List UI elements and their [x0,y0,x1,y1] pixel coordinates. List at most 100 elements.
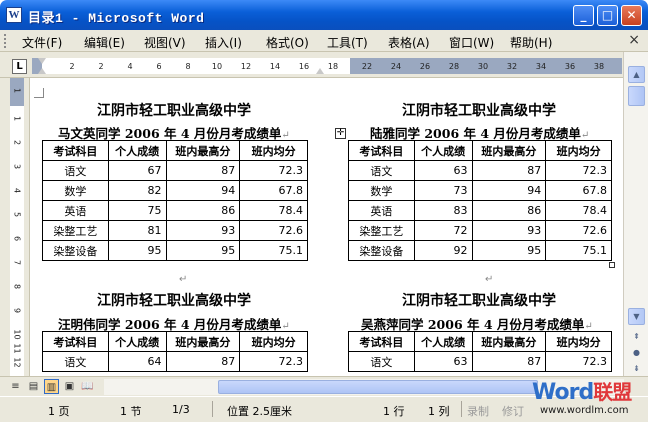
header-cell[interactable]: 班内最高分 [471,331,547,352]
header-cell[interactable]: 个人成绩 [413,140,473,161]
table-cell[interactable]: 染整工艺 [348,220,415,241]
table-cell[interactable]: 72.3 [239,160,308,181]
web-view-button[interactable]: ▤ [26,379,41,394]
outline-view-button[interactable]: ▣ [62,379,77,394]
header-cell[interactable]: 班内最高分 [165,140,241,161]
table-cell[interactable]: 87 [471,351,547,372]
menu-insert[interactable]: 插入(I) [205,34,242,51]
grades-table[interactable]: 考试科目 个人成绩 班内最高分 班内均分 语文 67 87 72.3 数学 82 94 67… [42,140,308,261]
menu-format[interactable]: 格式(O) [266,34,309,51]
table-cell[interactable]: 78.4 [545,200,612,221]
header-cell[interactable]: 班内均分 [239,331,308,352]
word-app-icon[interactable]: W [6,7,22,23]
table-cell[interactable]: 86 [471,200,547,221]
table-cell[interactable]: 83 [413,200,473,221]
table-cell[interactable]: 78.4 [239,200,308,221]
table-cell[interactable]: 语文 [42,160,109,181]
vertical-scroll-thumb[interactable] [628,86,645,106]
menu-help[interactable]: 帮助(H) [510,34,552,51]
table-cell[interactable]: 87 [471,160,547,181]
table-cell[interactable]: 73 [413,180,473,201]
table-cell[interactable]: 81 [107,220,167,241]
normal-view-button[interactable]: ≡ [8,379,23,394]
reading-view-button[interactable]: 📖 [80,379,95,394]
menu-file[interactable]: 文件(F) [22,34,62,51]
table-cell[interactable]: 染整工艺 [42,220,109,241]
table-cell[interactable]: 95 [471,240,547,261]
header-cell[interactable]: 考试科目 [348,331,415,352]
tab-selector[interactable]: L [12,59,27,74]
table-cell[interactable]: 67 [107,160,167,181]
hanging-indent-marker[interactable] [38,68,46,74]
table-cell[interactable]: 染整设备 [348,240,415,261]
table-cell[interactable]: 语文 [348,160,415,181]
next-page-button[interactable]: ⇟ [628,360,645,377]
header-cell[interactable]: 考试科目 [42,331,109,352]
header-cell[interactable]: 个人成绩 [413,331,473,352]
header-cell[interactable]: 考试科目 [42,140,109,161]
table-cell[interactable]: 93 [471,220,547,241]
table-cell[interactable]: 67.8 [239,180,308,201]
table-cell[interactable]: 72.6 [239,220,308,241]
table-cell[interactable]: 72.3 [545,351,612,372]
table-cell[interactable]: 67.8 [545,180,612,201]
table-cell[interactable]: 英语 [42,200,109,221]
table-cell[interactable]: 染整设备 [42,240,109,261]
right-indent-marker[interactable] [316,68,324,74]
minimize-button[interactable]: _ [573,5,594,26]
menu-table[interactable]: 表格(A) [388,34,430,51]
table-cell[interactable]: 94 [471,180,547,201]
header-cell[interactable]: 班内最高分 [165,331,241,352]
table-resize-handle[interactable] [609,262,615,268]
status-record[interactable]: 录制 [467,403,489,419]
table-cell[interactable]: 86 [165,200,241,221]
print-layout-button[interactable]: ▥ [44,379,59,394]
first-line-indent-marker[interactable] [38,58,46,64]
header-cell[interactable]: 班内均分 [545,140,612,161]
table-cell[interactable]: 93 [165,220,241,241]
document-area[interactable]: 江阴市轻工职业高级中学 马文英同学 2006 年 4 月份月考成绩单 ↵ 考试科目… [31,78,623,376]
table-cell[interactable]: 数学 [42,180,109,201]
header-cell[interactable]: 班内均分 [545,331,612,352]
table-cell[interactable]: 82 [107,180,167,201]
close-document-button[interactable]: × [628,32,640,48]
previous-page-button[interactable]: ⇞ [628,328,645,345]
table-cell[interactable]: 95 [107,240,167,261]
table-cell[interactable]: 72.3 [545,160,612,181]
table-cell[interactable]: 语文 [348,351,415,372]
table-cell[interactable]: 63 [413,160,473,181]
table-cell[interactable]: 92 [413,240,473,261]
header-cell[interactable]: 班内最高分 [471,140,547,161]
menu-view[interactable]: 视图(V) [144,34,186,51]
header-cell[interactable]: 班内均分 [239,140,308,161]
menu-tools[interactable]: 工具(T) [327,34,368,51]
menu-edit[interactable]: 编辑(E) [84,34,125,51]
scroll-up-button[interactable]: ▲ [628,66,645,83]
table-cell[interactable]: 72.6 [545,220,612,241]
maximize-button[interactable]: □ [597,5,618,26]
table-cell[interactable]: 数学 [348,180,415,201]
status-track[interactable]: 修订 [502,403,524,419]
grades-table[interactable]: 考试科目 个人成绩 班内最高分 班内均分 语文 63 87 72.3 数学 73 94 67… [348,140,612,261]
table-move-handle[interactable]: ✛ [335,128,346,139]
table-cell[interactable]: 72.3 [239,351,308,372]
table-cell[interactable]: 72 [413,220,473,241]
header-cell[interactable]: 考试科目 [348,140,415,161]
table-cell[interactable]: 75.1 [239,240,308,261]
table-cell[interactable]: 95 [165,240,241,261]
table-cell[interactable]: 75.1 [545,240,612,261]
table-cell[interactable]: 语文 [42,351,109,372]
menu-window[interactable]: 窗口(W) [449,34,494,51]
ruler-strip[interactable]: 2 2 4 6 8 10 12 14 16 18 22 24 26 28 30 … [32,58,622,74]
scroll-down-button[interactable]: ▼ [628,308,645,325]
toolbar-grip[interactable] [4,34,7,48]
table-cell[interactable]: 87 [165,351,241,372]
select-browse-object-button[interactable]: ● [628,344,645,361]
table-cell[interactable]: 87 [165,160,241,181]
header-cell[interactable]: 个人成绩 [107,331,167,352]
table-cell[interactable]: 英语 [348,200,415,221]
table-cell[interactable]: 64 [107,351,167,372]
horizontal-scroll-thumb[interactable] [218,380,538,394]
close-button[interactable]: ✕ [621,5,642,26]
vertical-scrollbar[interactable]: ▲ ▼ ⇞ ● ⇟ [623,52,648,377]
